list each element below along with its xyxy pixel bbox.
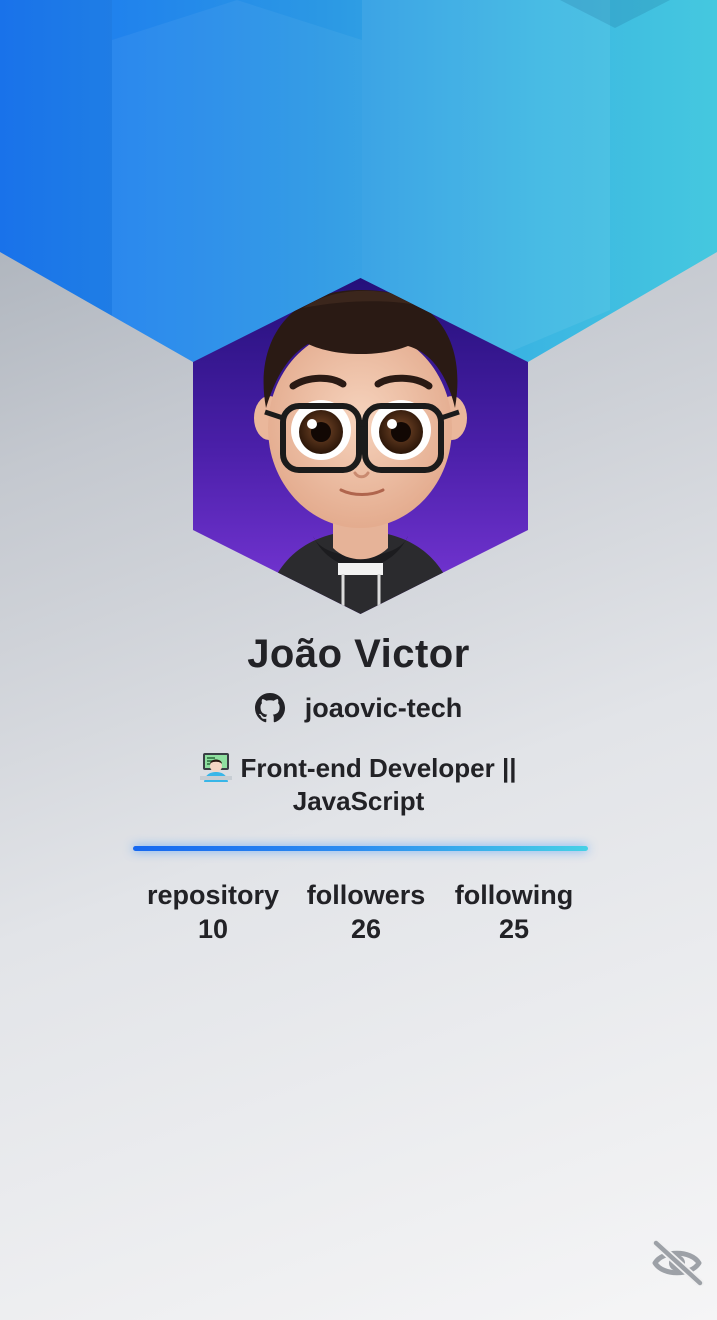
divider — [133, 846, 588, 851]
bio-text: Front-end Developer || JavaScript — [240, 753, 517, 816]
github-handle-link[interactable]: joaovic-tech — [305, 693, 463, 724]
stat-repository[interactable]: repository 10 — [133, 878, 293, 946]
stat-followers[interactable]: followers 26 — [286, 878, 446, 946]
stat-following[interactable]: following 25 — [434, 878, 594, 946]
stat-value: 10 — [197, 914, 229, 944]
technologist-emoji-icon — [200, 752, 233, 782]
eye-off-icon — [652, 1239, 704, 1287]
stat-label: repository — [146, 880, 280, 910]
github-icon — [254, 693, 285, 723]
stat-label: followers — [306, 880, 426, 910]
github-handle-row[interactable]: joaovic-tech — [0, 688, 717, 728]
visibility-toggle-button[interactable] — [650, 1239, 704, 1287]
profile-name: João Victor — [247, 632, 470, 676]
header-facet — [0, 0, 112, 362]
stat-value: 26 — [350, 914, 382, 944]
stat-label: following — [454, 880, 574, 910]
profile-bio: Front-end Developer || JavaScript — [190, 752, 527, 818]
stat-value: 25 — [498, 914, 530, 944]
